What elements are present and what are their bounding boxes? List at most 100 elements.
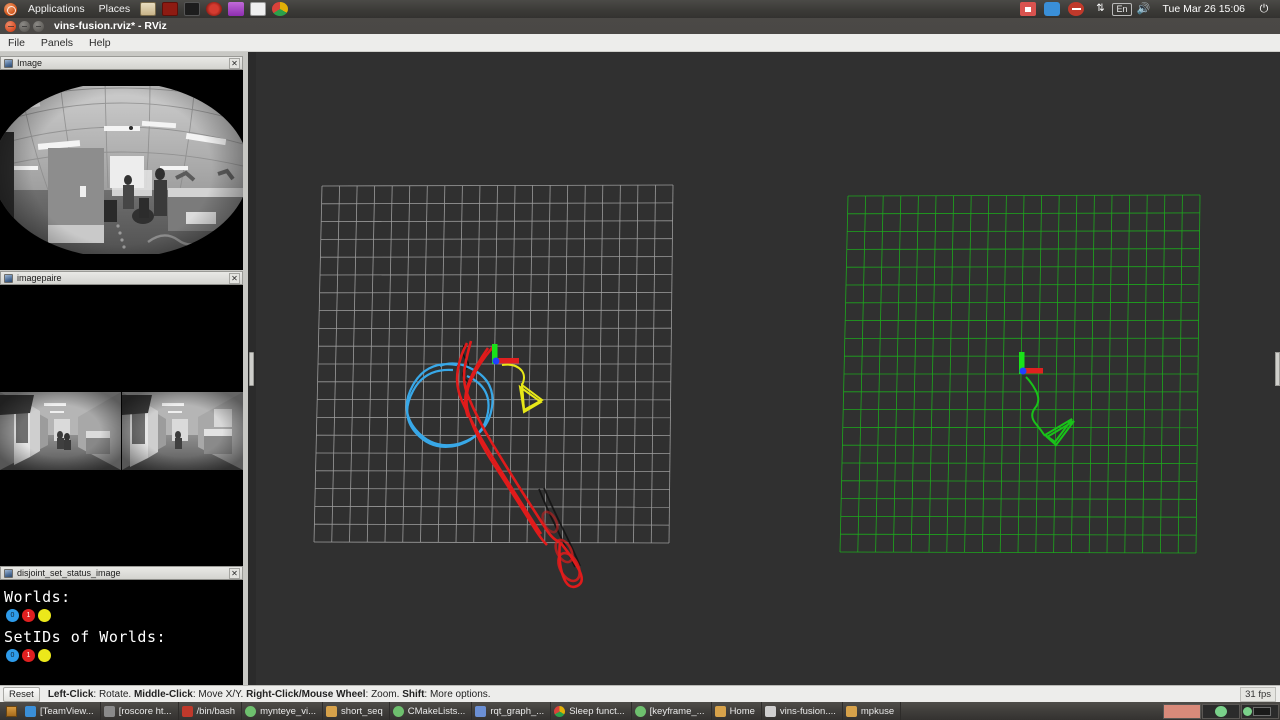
axis-z: [1019, 367, 1027, 375]
opera-icon[interactable]: [206, 2, 223, 16]
maximize-button[interactable]: [33, 20, 44, 32]
taskbar-label: CMakeLists...: [407, 705, 466, 717]
taskbar-item-mpkuse[interactable]: mpkuse: [843, 702, 902, 720]
bottom-taskbar: [TeamView... [roscore ht... /bin/bash my…: [0, 702, 1280, 720]
taskbar-label: /bin/bash: [196, 705, 236, 717]
status-bar: Reset Left-Click: Rotate. Middle-Click: …: [0, 685, 1280, 702]
rviz-scene: [256, 52, 1280, 685]
panel-icon: [4, 58, 13, 68]
hint-shift-desc: : More options.: [424, 688, 491, 700]
taskbar-label: vins-fusion....: [779, 705, 836, 717]
window-buttons: [5, 20, 47, 32]
panel-image-body[interactable]: [0, 70, 243, 270]
terminal-red-icon[interactable]: [162, 2, 179, 16]
panel-image-title: Image: [17, 58, 43, 68]
panel-disjoint-body[interactable]: Worlds: 0 1 SetIDs of Worlds: 0 1: [0, 580, 243, 695]
clock[interactable]: Tue Mar 26 15:06: [1156, 3, 1253, 15]
taskbar-item-teamviewer[interactable]: [TeamView...: [22, 702, 101, 720]
panel-disjoint-set-status-image: disjoint_set_status_image ✕ Worlds: 0 1 …: [0, 566, 243, 695]
hint-shift: Shift: [402, 688, 425, 700]
panel-icon: [4, 568, 13, 578]
taskbar-label: short_seq: [341, 705, 383, 717]
taskbar-item-bash[interactable]: /bin/bash: [179, 702, 243, 720]
bluetooth-icon[interactable]: [1044, 2, 1061, 16]
fps-indicator: 31 fps: [1240, 686, 1276, 702]
setids-label: SetIDs of Worlds:: [4, 628, 167, 646]
menu-panels[interactable]: Panels: [33, 34, 81, 52]
screen: Applications Places ⇅ En 🔊 Tue Mar 26 15…: [0, 0, 1280, 720]
desktop-top-bar: Applications Places ⇅ En 🔊 Tue Mar 26 15…: [0, 0, 1280, 18]
panel-icon: [4, 273, 13, 283]
top-bar-tray: ⇅ En 🔊 Tue Mar 26 15:06 ⏻: [1016, 2, 1280, 16]
axis-x: [498, 358, 519, 364]
window-title: vins-fusion.rviz* - RViz: [54, 20, 167, 32]
right-splitter-grip[interactable]: [1275, 352, 1280, 386]
keyboard-layout-indicator[interactable]: En: [1112, 2, 1132, 16]
close-icon[interactable]: ✕: [229, 568, 240, 579]
taskbar-item-keyframe[interactable]: [keyframe_...: [632, 702, 712, 720]
editor-icon[interactable]: [250, 2, 267, 16]
setids-badges: 0 1: [6, 649, 243, 662]
taskbar-item-vins-fusion[interactable]: vins-fusion....: [762, 702, 843, 720]
chrome-icon[interactable]: [272, 2, 289, 16]
rviz-3d-view[interactable]: [256, 52, 1280, 685]
hint-right-click-desc: : Zoom.: [365, 688, 403, 700]
workspace-1[interactable]: [1163, 703, 1201, 719]
speaker-icon[interactable]: 🔊: [1136, 2, 1152, 16]
panel-imagepaire-header[interactable]: imagepaire ✕: [0, 271, 243, 285]
ubuntu-software-icon[interactable]: [228, 2, 245, 16]
setid-badge: [38, 649, 51, 662]
taskbar-item-roscore[interactable]: [roscore ht...: [101, 702, 179, 720]
taskbar-item-cmakelists[interactable]: CMakeLists...: [390, 702, 473, 720]
world-badge: [38, 609, 51, 622]
dock-splitter[interactable]: [248, 52, 256, 685]
screen-recorder-icon[interactable]: [1020, 2, 1037, 16]
do-not-disturb-icon[interactable]: [1068, 2, 1085, 16]
panel-imagepaire: imagepaire ✕: [0, 271, 243, 566]
setid-badge: 1: [22, 649, 35, 662]
panel-image-header[interactable]: Image ✕: [0, 56, 243, 70]
workspace-switcher[interactable]: [1163, 702, 1280, 720]
top-bar-left: Applications Places: [0, 0, 291, 18]
menu-places[interactable]: Places: [92, 0, 138, 18]
window-titlebar: vins-fusion.rviz* - RViz: [0, 18, 1280, 34]
close-button[interactable]: [5, 20, 16, 32]
workspace-3[interactable]: [1241, 703, 1279, 719]
taskbar-item-home[interactable]: Home: [712, 702, 762, 720]
taskbar-label: [keyframe_...: [649, 705, 705, 717]
camera-image-lab: [0, 70, 243, 270]
stereo-image-pair: [0, 285, 243, 566]
taskbar-item-sleep-funct[interactable]: Sleep funct...: [551, 702, 632, 720]
menu-help[interactable]: Help: [81, 34, 119, 52]
worlds-badges: 0 1: [6, 609, 243, 622]
panel-disjoint-header[interactable]: disjoint_set_status_image ✕: [0, 566, 243, 580]
workspace-2[interactable]: [1202, 703, 1240, 719]
files-icon[interactable]: [140, 2, 157, 16]
main-content: Image ✕ imagepaire ✕ disjoint_set_status…: [0, 52, 1280, 695]
ubuntu-logo-icon[interactable]: [4, 2, 17, 16]
reset-button[interactable]: Reset: [3, 686, 40, 702]
taskbar-label: Sleep funct...: [569, 705, 625, 717]
taskbar-item-mynteye[interactable]: mynteye_vi...: [242, 702, 324, 720]
taskbar-item-rqt-graph[interactable]: rqt_graph_...: [472, 702, 552, 720]
power-icon[interactable]: ⏻: [1256, 2, 1272, 16]
taskbar-item-short-seq[interactable]: short_seq: [323, 702, 390, 720]
hint-middle-click-desc: : Move X/Y.: [192, 688, 247, 700]
taskbar-label: mynteye_vi...: [260, 705, 317, 717]
menu-applications[interactable]: Applications: [21, 0, 92, 18]
terminal-icon[interactable]: [184, 2, 201, 16]
splitter-grip[interactable]: [249, 352, 254, 386]
close-icon[interactable]: ✕: [229, 58, 240, 69]
world-badge: 0: [6, 609, 19, 622]
menu-file[interactable]: File: [0, 34, 33, 52]
show-desktop-icon[interactable]: [0, 702, 22, 720]
network-icon[interactable]: ⇅: [1092, 2, 1108, 16]
taskbar-label: [TeamView...: [40, 705, 94, 717]
minimize-button[interactable]: [19, 20, 30, 32]
setid-badge: 0: [6, 649, 19, 662]
hint-middle-click: Middle-Click: [133, 688, 193, 700]
panel-imagepaire-title: imagepaire: [17, 273, 62, 283]
worlds-label: Worlds:: [4, 588, 71, 606]
close-icon[interactable]: ✕: [229, 273, 240, 284]
panel-imagepaire-body[interactable]: [0, 285, 243, 566]
